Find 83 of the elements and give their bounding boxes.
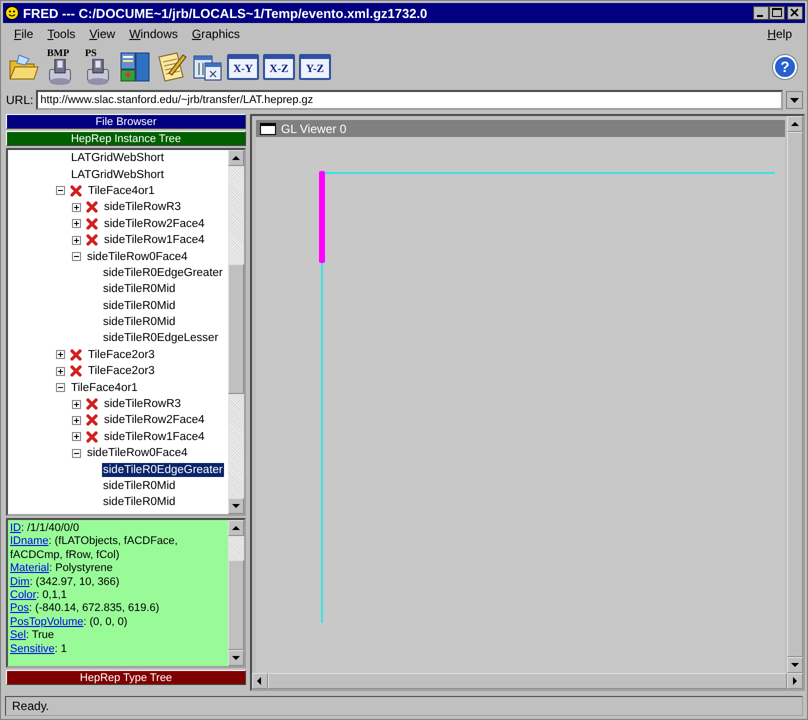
property-link[interactable]: Color bbox=[10, 589, 36, 602]
property-link[interactable]: Pos bbox=[10, 602, 29, 614]
property-link[interactable]: PosTopVolume bbox=[10, 616, 84, 628]
tree-item[interactable]: sideTileR0Mid bbox=[102, 315, 176, 330]
tree-item[interactable]: sideTileRow2Face4 bbox=[103, 216, 206, 231]
tree-item[interactable]: TileFace2or3 bbox=[87, 348, 156, 362]
tree-item[interactable]: sideTileR0EdgeGreater bbox=[102, 462, 224, 477]
collapse-icon[interactable] bbox=[72, 252, 81, 262]
property-line: ID: /1/1/40/0/0 bbox=[10, 522, 80, 536]
tree-item[interactable]: sideTileRow0Face4 bbox=[86, 250, 189, 264]
panel-bar[interactable]: HepRep Instance Tree bbox=[6, 131, 246, 146]
maximize-button[interactable] bbox=[769, 6, 785, 20]
minimize-button[interactable] bbox=[753, 6, 769, 20]
expand-icon[interactable] bbox=[72, 236, 81, 245]
property-link[interactable]: Sel bbox=[10, 629, 26, 642]
property-line: Dim: (342.97, 10, 366) bbox=[10, 576, 120, 590]
scrollbar[interactable] bbox=[228, 150, 244, 514]
scrollbar[interactable] bbox=[252, 673, 803, 689]
scrollbar[interactable] bbox=[787, 116, 803, 673]
tree-item[interactable]: sideTileRow2Face4 bbox=[103, 413, 206, 428]
menu-item[interactable]: View bbox=[82, 27, 122, 41]
expand-icon[interactable] bbox=[72, 219, 81, 228]
property-link[interactable]: IDname bbox=[10, 535, 49, 548]
tree-item[interactable]: LATGridWebShort bbox=[70, 151, 165, 166]
property-link[interactable]: ID bbox=[10, 522, 21, 534]
tree-item[interactable]: sideTileR0Mid bbox=[102, 495, 176, 510]
property-line: Sensitive: 1 bbox=[10, 642, 68, 656]
url-label: URL: bbox=[6, 93, 34, 107]
view-button[interactable]: X-Z bbox=[263, 54, 295, 80]
tree-item[interactable]: TileFace4or1 bbox=[87, 184, 156, 198]
menu-item[interactable]: Graphics bbox=[184, 27, 247, 41]
tree-item[interactable]: sideTileR0Mid bbox=[102, 298, 176, 313]
scrollbar[interactable] bbox=[228, 520, 244, 666]
window-icon bbox=[260, 122, 276, 134]
help-button[interactable]: ? bbox=[773, 55, 797, 79]
panels-icon[interactable] bbox=[119, 51, 151, 83]
tree-item[interactable]: sideTileRow1Face4 bbox=[103, 233, 206, 248]
export-button[interactable]: PS bbox=[81, 50, 115, 84]
tree-item[interactable]: sideTileR0Mid bbox=[102, 282, 176, 296]
dropdown-button[interactable] bbox=[786, 91, 803, 109]
expand-icon[interactable] bbox=[72, 202, 81, 212]
viewer-title: GL Viewer 0 bbox=[281, 122, 346, 136]
menu-item[interactable]: Help bbox=[760, 27, 799, 41]
property-line: Color: 0,1,1 bbox=[10, 589, 68, 602]
property-line: IDname: (fLATObjects, fACDFace, fACDCmp, fRow, fCol) bbox=[10, 535, 179, 562]
expand-icon[interactable] bbox=[56, 350, 65, 360]
window-title: FRED --- C:/DOCUME~1/jrb/LOCALS~1/Temp/evento.xml.gz1732.0 bbox=[23, 6, 428, 20]
property-line: Material: Polystyrene bbox=[10, 562, 114, 576]
tree-item[interactable]: LATGridWebShort bbox=[70, 168, 165, 182]
tree-item[interactable]: TileFace2or3 bbox=[87, 364, 156, 378]
tree-item[interactable]: sideTileRowR3 bbox=[103, 200, 182, 214]
collapse-icon[interactable] bbox=[56, 383, 65, 392]
close-button[interactable] bbox=[787, 6, 803, 20]
expand-icon[interactable] bbox=[72, 432, 81, 442]
collapse-icon[interactable] bbox=[72, 448, 81, 458]
panel-bar[interactable]: HepRep Type Tree bbox=[6, 670, 246, 685]
tree-item[interactable]: sideTileRow1Face4 bbox=[103, 430, 206, 444]
expand-icon[interactable] bbox=[56, 366, 65, 376]
view-button[interactable]: X-Y bbox=[227, 54, 259, 80]
collapse-icon[interactable] bbox=[56, 186, 65, 196]
property-link[interactable]: Sensitive bbox=[10, 642, 55, 655]
tree-item[interactable]: sideTileRow0Face4 bbox=[86, 446, 189, 460]
expand-icon[interactable] bbox=[72, 416, 81, 425]
smiley-icon bbox=[5, 6, 19, 20]
expand-icon[interactable] bbox=[72, 400, 81, 409]
status-text: Ready. bbox=[5, 696, 803, 716]
menu-item[interactable]: Windows bbox=[122, 27, 185, 41]
tree-item[interactable]: sideTileRowR3 bbox=[103, 397, 182, 412]
panel-bar[interactable]: File Browser bbox=[6, 114, 246, 129]
property-link[interactable]: Material bbox=[10, 562, 50, 574]
export-button[interactable]: BMP bbox=[43, 50, 77, 84]
property-link[interactable]: Dim bbox=[10, 576, 30, 588]
property-line: Pos: (-840.14, 672.835, 619.6) bbox=[10, 602, 160, 616]
tree-item[interactable]: sideTileR0Mid bbox=[102, 479, 176, 493]
menu-item[interactable]: File bbox=[7, 27, 40, 41]
menu-item[interactable]: Tools bbox=[40, 27, 82, 41]
property-line: Sel: True bbox=[10, 629, 56, 643]
property-line: PosTopVolume: (0, 0, 0) bbox=[10, 616, 128, 630]
url-field[interactable]: http://www.slac.stanford.edu/~jrb/transfer/LAT.heprep.gz bbox=[36, 90, 783, 110]
tree-item[interactable]: sideTileR0EdgeLesser bbox=[102, 331, 220, 346]
tree-item[interactable]: sideTileR0EdgeGreater bbox=[102, 266, 224, 280]
view-button[interactable]: Y-Z bbox=[299, 54, 331, 80]
tree-item[interactable]: TileFace4or1 bbox=[70, 380, 139, 395]
